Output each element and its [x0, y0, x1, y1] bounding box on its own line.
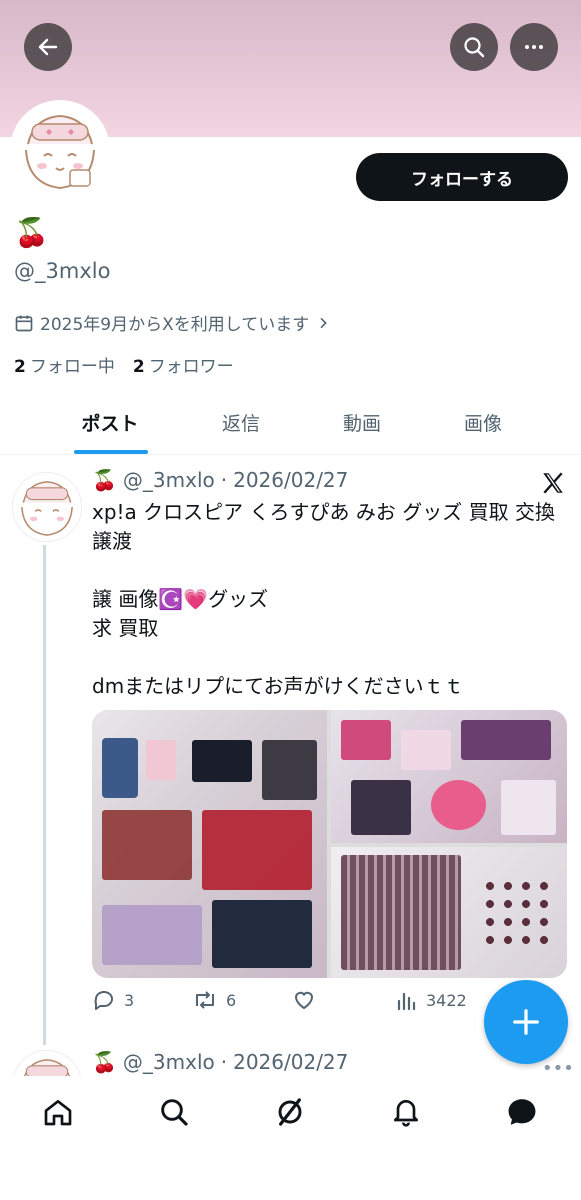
following-count: 2 — [14, 357, 26, 377]
post-text: xp!a クロスピア くろすぴあ みお グッズ 買取 交換 譲渡 譲 画像☪️💗… — [92, 500, 555, 698]
followers-label: フォロワー — [148, 357, 234, 377]
reply-count: 3 — [124, 990, 135, 1010]
post-author-handle[interactable]: @_3mxlo — [123, 1050, 215, 1074]
like-button[interactable] — [292, 988, 324, 1012]
profile-handle: @_3mxlo — [14, 259, 111, 283]
post-header: 🍒 @_3mxlo · 2026/02/27 — [92, 468, 348, 492]
repost-count: 6 — [226, 990, 237, 1010]
tab-posts[interactable]: ポスト — [50, 392, 170, 452]
view-count: 3422 — [426, 990, 467, 1010]
analytics-icon — [397, 992, 416, 1011]
repost-icon — [196, 991, 214, 1009]
messages-icon — [508, 1099, 536, 1125]
plus-icon — [513, 1009, 539, 1035]
nav-notifications[interactable] — [388, 1094, 424, 1130]
nav-home[interactable] — [40, 1094, 76, 1130]
joined-text: 2025年9月からXを利用しています — [40, 315, 310, 335]
profile-tabs: ポスト 返信 動画 画像 — [0, 392, 581, 455]
reply-button[interactable]: 3 — [92, 988, 134, 1012]
post-date[interactable]: 2026/02/27 — [233, 1050, 348, 1074]
joined-date[interactable]: 2025年9月からXを利用しています — [14, 310, 331, 335]
follow-stats: 2 フォロー中 2 フォロワー — [14, 352, 234, 377]
more-button[interactable] — [510, 23, 558, 71]
avatar-cat-illustration — [13, 473, 81, 541]
repost-button[interactable]: 6 — [192, 988, 236, 1012]
post-author-handle[interactable]: @_3mxlo — [123, 468, 215, 492]
avatar-cat-illustration — [14, 104, 106, 196]
chevron-right-icon — [320, 317, 328, 328]
search-button[interactable] — [450, 23, 498, 71]
nav-grok[interactable] — [272, 1094, 308, 1130]
tab-replies[interactable]: 返信 — [181, 392, 301, 452]
follow-button[interactable]: フォローする — [356, 153, 568, 201]
profile-display-name: 🍒 — [14, 216, 49, 249]
x-logo-icon — [540, 470, 566, 500]
post-avatar[interactable] — [12, 472, 82, 542]
grok-icon — [278, 1098, 302, 1126]
compose-post-button[interactable] — [484, 980, 568, 1064]
bottom-navigation — [0, 1076, 581, 1200]
dot-separator: · — [220, 468, 228, 492]
notifications-icon — [394, 1100, 418, 1127]
views-button[interactable]: 3422 — [394, 988, 467, 1012]
post-author-name[interactable]: 🍒 — [92, 1050, 117, 1074]
post-author-name[interactable]: 🍒 — [92, 468, 117, 492]
dot-separator: · — [220, 1050, 228, 1074]
media-image-2[interactable] — [331, 710, 567, 843]
arrow-left-icon — [38, 38, 58, 56]
media-image-1[interactable] — [92, 710, 327, 978]
post-header: 🍒 @_3mxlo · 2026/02/27 — [92, 1050, 348, 1074]
following-link[interactable]: 2 フォロー中 — [14, 352, 115, 377]
followers-link[interactable]: 2 フォロワー — [133, 352, 234, 377]
search-icon — [161, 1099, 188, 1126]
home-icon — [44, 1100, 72, 1126]
heart-icon — [294, 991, 314, 1010]
media-image-3[interactable] — [331, 847, 567, 978]
reply-icon — [94, 991, 113, 1010]
search-icon — [464, 37, 485, 58]
calendar-icon — [15, 315, 33, 331]
post-media-grid[interactable] — [92, 710, 567, 978]
post-date[interactable]: 2026/02/27 — [233, 468, 348, 492]
tab-media[interactable]: 画像 — [423, 392, 543, 452]
nav-messages[interactable] — [504, 1094, 540, 1130]
back-button[interactable] — [24, 23, 72, 71]
profile-avatar[interactable] — [10, 100, 110, 200]
more-horizontal-icon — [525, 45, 543, 49]
tab-videos[interactable]: 動画 — [302, 392, 422, 452]
followers-count: 2 — [132, 357, 145, 377]
following-label: フォロー中 — [29, 357, 115, 377]
active-tab-indicator — [74, 450, 148, 454]
thread-line — [43, 545, 46, 1045]
nav-search[interactable] — [156, 1094, 192, 1130]
